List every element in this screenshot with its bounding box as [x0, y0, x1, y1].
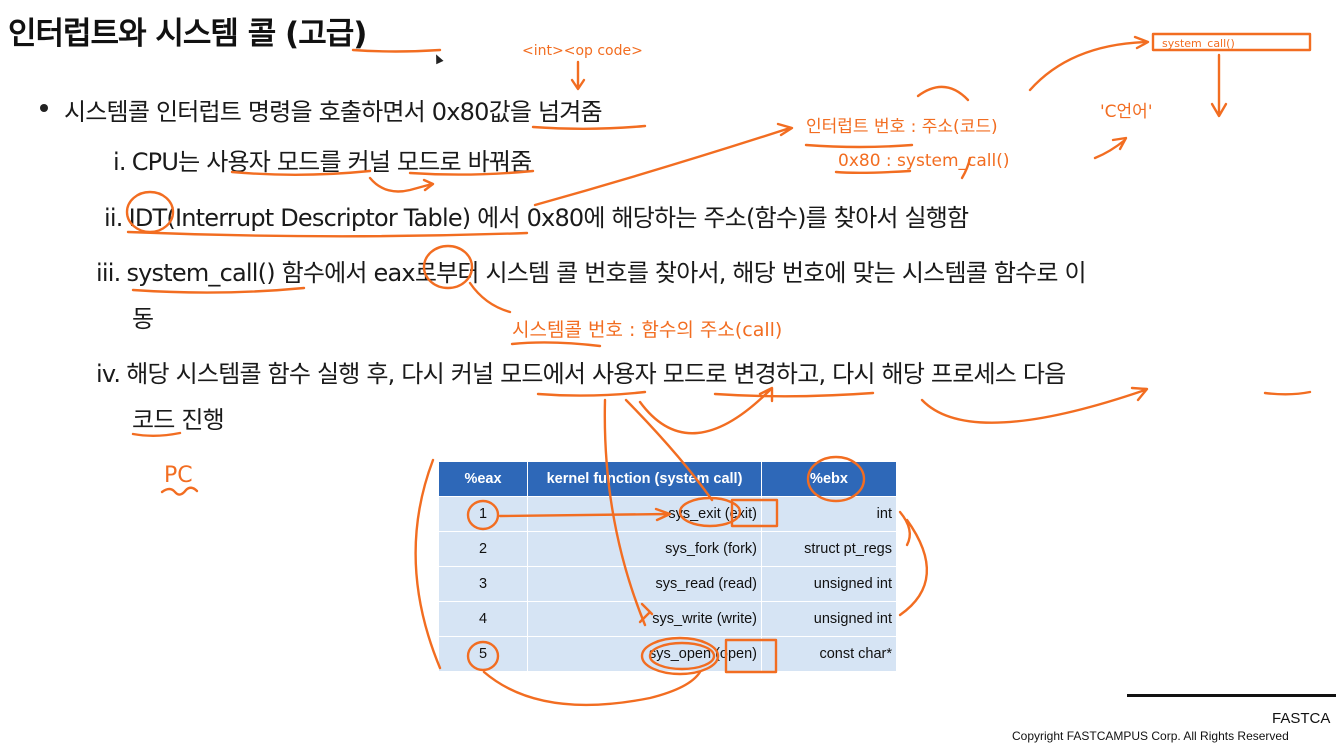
arrow-address-up — [960, 156, 972, 180]
arrow-to-c-lang — [1093, 136, 1128, 160]
annot-int-opcode: <int><op code> — [522, 43, 643, 59]
right-brace — [898, 518, 928, 617]
mouse-cursor-icon — [432, 52, 444, 65]
table-cell: sys_exit (exit) — [527, 496, 762, 532]
table-cell: unsigned int — [761, 566, 897, 602]
underline-kernel-mode-iv — [536, 390, 647, 397]
annot-syscall-number: 시스템콜 번호 : 함수의 주소(call) — [512, 319, 782, 341]
table-header-eax: %eax — [438, 461, 528, 497]
underline-user-mode-iv — [713, 391, 875, 398]
list-item-iv: iv. 해당 시스템콜 함수 실행 후, 다시 커널 모드에서 사용자 모드로 변… — [96, 354, 1066, 389]
footer-brand: FASTCA — [1272, 710, 1331, 727]
table-cell: sys_fork (fork) — [527, 531, 762, 567]
arrow-to-box — [1028, 35, 1150, 92]
list-item-text: system_call() 함수에서 eax로부터 시스템 콜 번호를 찾아서,… — [126, 259, 1086, 287]
table-cell: sys_open (open) — [527, 636, 762, 672]
underline-system-call — [131, 286, 306, 294]
bullet-dot-icon — [40, 104, 48, 112]
arrow-user-to-kernel — [368, 176, 435, 193]
arc-row5-to-open — [482, 670, 702, 707]
table-cell: 4 — [438, 601, 528, 637]
list-item-iii: iii. system_call() 함수에서 eax로부터 시스템 콜 번호를 … — [96, 253, 1087, 288]
list-item-text: 해당 시스템콜 함수 실행 후, 다시 커널 모드에서 사용자 모드로 변경하고… — [126, 360, 1066, 388]
table-cell: int — [761, 496, 897, 532]
table-header-ebx: %ebx — [761, 461, 897, 497]
table-row: 3 sys_read (read) unsigned int — [438, 566, 897, 602]
table-cell: 2 — [438, 531, 528, 567]
main-bullet-text: 시스템콜 인터럽트 명령을 호출하면서 0x80값을 넘겨줌 — [64, 98, 603, 126]
annot-pc: PC — [164, 463, 193, 488]
table-cell: 3 — [438, 566, 528, 602]
table-header-kernel-function: kernel function (system call) — [527, 461, 762, 497]
underline-interrupt-number — [804, 143, 914, 149]
list-marker: iii. — [96, 259, 121, 287]
table-cell: struct pt_regs — [761, 531, 897, 567]
box-system-call — [1151, 32, 1312, 52]
footer-rule — [1127, 694, 1336, 697]
list-marker: ii. — [104, 204, 123, 232]
table-cell: const char* — [761, 636, 897, 672]
syscall-table: %eax kernel function (system call) %ebx … — [438, 461, 897, 672]
arrow-int-down — [570, 60, 586, 91]
list-marker: iv. — [96, 360, 121, 388]
list-item-i: i. CPU는 사용자 모드를 커널 모드로 바꿔줌 — [113, 142, 533, 177]
underline-next — [1263, 390, 1312, 396]
table-cell: unsigned int — [761, 601, 897, 637]
annot-interrupt-number: 인터럽트 번호 : 주소(코드) — [806, 117, 998, 137]
list-item-ii: ii. IDT(Interrupt Descriptor Table) 에서 0x… — [104, 198, 970, 233]
table-row: 5 sys_open (open) const char* — [438, 636, 897, 672]
arc-number-to-address — [916, 85, 970, 102]
slide-title: 인터럽트와 시스템 콜 (고급) — [8, 16, 367, 52]
table-cell: sys_read (read) — [527, 566, 762, 602]
arrow-idt-to-number — [533, 122, 794, 207]
table-cell: 1 — [438, 496, 528, 532]
list-item-iv-continued: 코드 진행 — [132, 406, 225, 434]
underline-0x80-handwritten — [834, 169, 912, 174]
table-row: 1 sys_exit (exit) int — [438, 496, 897, 532]
annot-c-language: 'C언어' — [1100, 102, 1153, 122]
underline-syscall-handwritten — [510, 341, 602, 348]
list-item-text: CPU는 사용자 모드를 커널 모드로 바꿔줌 — [131, 148, 533, 176]
annot-hex-mapping: 0x80 : system_call() — [838, 151, 1009, 171]
table-header-row: %eax kernel function (system call) %ebx — [438, 461, 897, 497]
list-item-iii-continued: 동 — [132, 305, 154, 333]
list-marker: i. — [113, 148, 126, 176]
annot-system-call-box: system_call() — [1162, 37, 1235, 50]
arrow-box-down — [1210, 53, 1228, 118]
table-cell: sys_write (write) — [527, 601, 762, 637]
list-item-text: IDT(Interrupt Descriptor Table) 에서 0x80에… — [128, 204, 970, 232]
table-row: 4 sys_write (write) unsigned int — [438, 601, 897, 637]
left-brace — [414, 458, 442, 670]
table-row: 2 sys_fork (fork) struct pt_regs — [438, 531, 897, 567]
right-brace-top — [898, 510, 911, 547]
footer-copyright: Copyright FASTCAMPUS Corp. All Rights Re… — [1012, 729, 1289, 743]
table-cell: 5 — [438, 636, 528, 672]
pc-squiggle — [160, 486, 199, 496]
arrow-user-to-next — [920, 386, 1149, 424]
arrow-kernel-to-user — [638, 386, 774, 435]
